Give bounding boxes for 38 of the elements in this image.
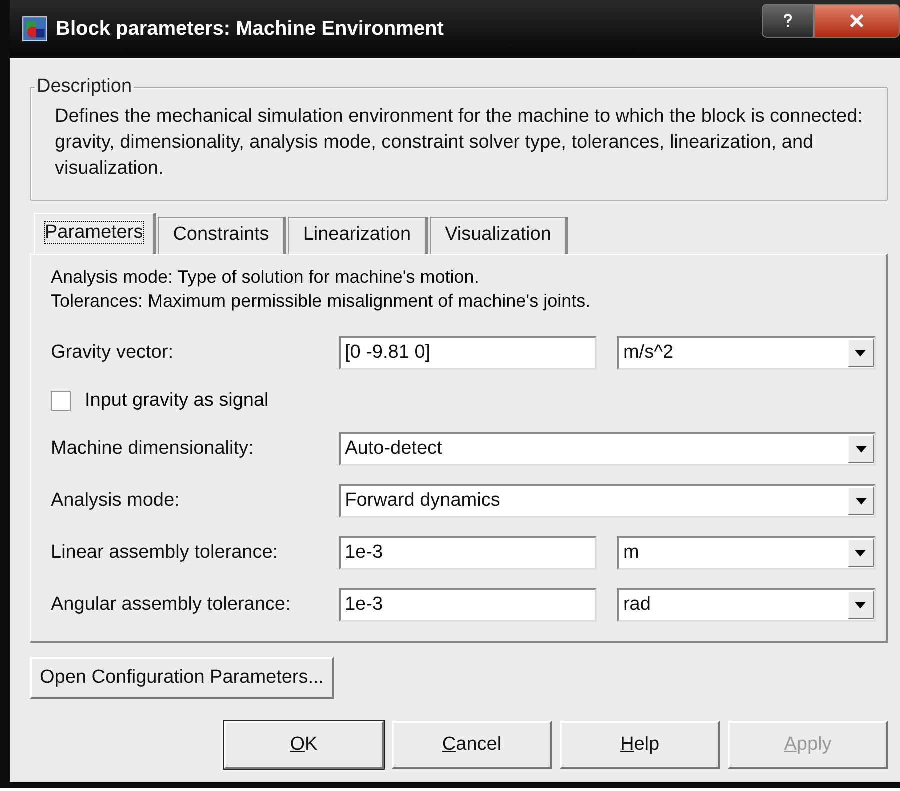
tab[interactable]: Visualization: [430, 217, 568, 254]
field-label: Machine dimensionality:: [51, 438, 255, 460]
dropdown-arrow-icon: [855, 602, 866, 608]
dropdown-arrow-icon: [855, 350, 866, 356]
unit-dropdown[interactable]: rad: [617, 588, 876, 622]
field-label: Angular assembly tolerance:: [51, 594, 292, 616]
field-label: Analysis mode:: [51, 490, 181, 512]
input-field[interactable]: [0 -9.81 0]: [338, 336, 598, 370]
checkbox-label: Input gravity as signal: [85, 390, 269, 412]
field-label: Linear assembly tolerance:: [51, 542, 280, 564]
dropdown-arrow-icon: [855, 550, 866, 556]
help-text: Analysis mode: Type of solution for machine's motion.: [51, 266, 480, 289]
unit-dropdown[interactable]: m: [617, 536, 876, 570]
close-button[interactable]: [814, 4, 900, 38]
dialog-button[interactable]: Cancel: [392, 721, 552, 769]
group-legend: Description: [35, 76, 134, 98]
dialog-button[interactable]: OK: [224, 721, 384, 769]
window-title: Block parameters: Machine Environment: [56, 18, 445, 40]
close-icon: [849, 14, 865, 28]
field-label: Gravity vector:: [51, 342, 174, 364]
dropdown[interactable]: Forward dynamics: [339, 484, 876, 518]
description-text: Defines the mechanical simulation environment for the machine to which the block is connected: gravity, dimensionality, analysis mode, constraint solver type, tolerances, linearization, and visualization.: [55, 105, 864, 181]
tab[interactable]: Constraints: [158, 217, 286, 254]
tab[interactable]: Linearization: [288, 217, 428, 254]
dropdown-arrow-icon: [856, 446, 866, 452]
help-text: Tolerances: Maximum permissible misalignment of machine's joints.: [51, 290, 592, 313]
open-configuration-button[interactable]: Open Configuration Parameters...: [30, 657, 334, 699]
help-button[interactable]: [762, 4, 814, 38]
input-field[interactable]: 1e-3: [338, 536, 598, 570]
checkbox[interactable]: [51, 391, 71, 411]
input-field[interactable]: 1e-3: [338, 588, 598, 622]
question-icon: [783, 14, 793, 28]
block-diagram-icon: [22, 16, 48, 42]
dropdown[interactable]: Auto-detect: [339, 432, 876, 466]
tab[interactable]: Parameters: [34, 213, 156, 254]
dialog-button[interactable]: Help: [560, 721, 720, 769]
dropdown-arrow-icon: [856, 498, 866, 504]
unit-dropdown[interactable]: m/s^2: [617, 336, 876, 370]
